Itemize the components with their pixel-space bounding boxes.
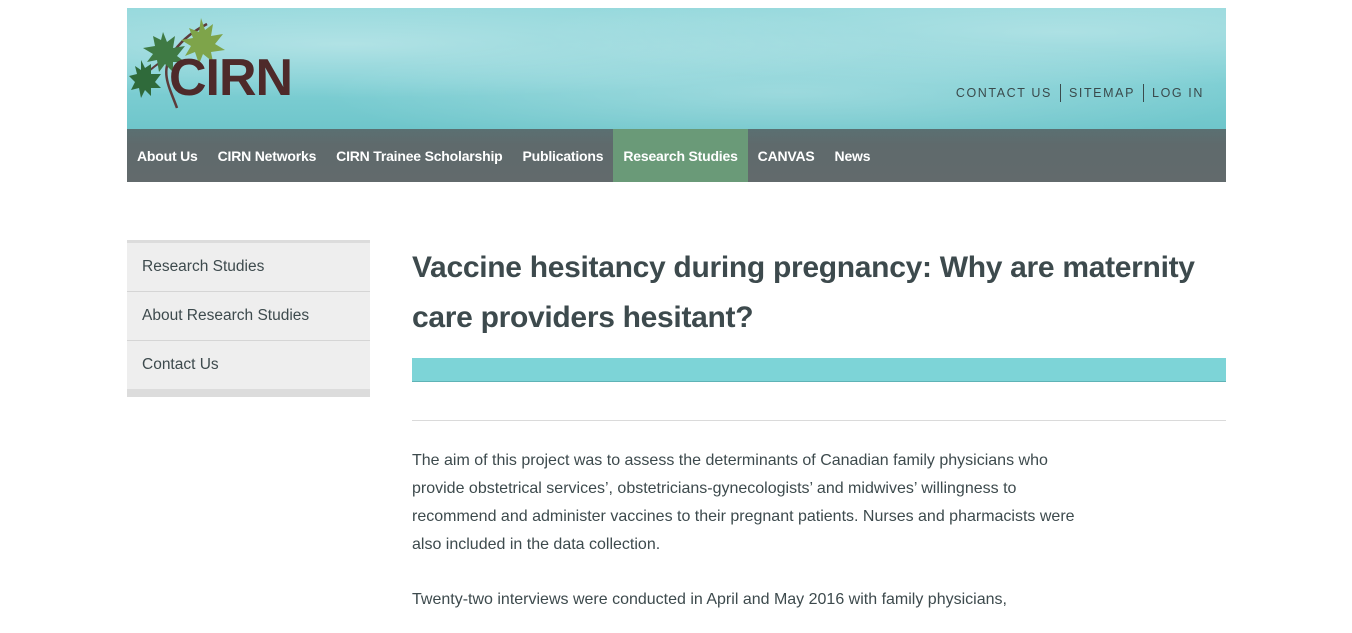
nav-item-canvas[interactable]: CANVAS bbox=[748, 129, 825, 182]
title-accent-bar bbox=[412, 358, 1226, 382]
nav-item-news[interactable]: News bbox=[825, 129, 881, 182]
nav-item-research-studies[interactable]: Research Studies bbox=[613, 129, 748, 182]
contact-us-link[interactable]: CONTACT US bbox=[948, 86, 1060, 100]
main-content: Vaccine hesitancy during pregnancy: Why … bbox=[412, 243, 1226, 614]
main-nav: About Us CIRN Networks CIRN Trainee Scho… bbox=[127, 129, 1226, 182]
header-banner: CIRN CONTACT US SITEMAP LOG IN bbox=[127, 8, 1226, 129]
sidebar-nav: Research Studies About Research Studies … bbox=[127, 240, 370, 397]
content-divider bbox=[412, 420, 1226, 421]
site-logo[interactable]: CIRN bbox=[129, 16, 304, 111]
body-paragraph: Twenty-two interviews were conducted in … bbox=[412, 591, 1007, 608]
nav-item-about-us[interactable]: About Us bbox=[127, 129, 208, 182]
utility-links: CONTACT US SITEMAP LOG IN bbox=[948, 84, 1212, 102]
page-title: Vaccine hesitancy during pregnancy: Why … bbox=[412, 251, 1195, 334]
sidebar-item-contact-us[interactable]: Contact Us bbox=[127, 341, 370, 389]
sitemap-link[interactable]: SITEMAP bbox=[1061, 86, 1143, 100]
logo-wordmark: CIRN bbox=[169, 49, 293, 107]
body-paragraph: The aim of this project was to assess th… bbox=[412, 452, 1075, 553]
nav-item-publications[interactable]: Publications bbox=[513, 129, 614, 182]
nav-item-cirn-trainee-scholarship[interactable]: CIRN Trainee Scholarship bbox=[326, 129, 512, 182]
log-in-link[interactable]: LOG IN bbox=[1144, 86, 1212, 100]
nav-item-cirn-networks[interactable]: CIRN Networks bbox=[208, 129, 327, 182]
sidebar-item-about-research-studies[interactable]: About Research Studies bbox=[127, 292, 370, 341]
sidebar-item-research-studies[interactable]: Research Studies bbox=[127, 243, 370, 292]
page-header: CIRN CONTACT US SITEMAP LOG IN About Us … bbox=[127, 8, 1226, 182]
